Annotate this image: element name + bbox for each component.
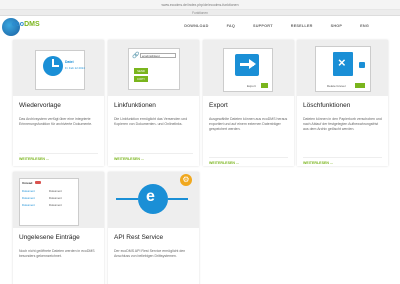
- card-description: Noch nicht geöffnete Dateien werden in e…: [19, 249, 95, 258]
- nav-eng[interactable]: ENG: [351, 21, 378, 31]
- card-title: Wiedervorlage: [19, 102, 61, 109]
- card-title: Löschfunktionen: [303, 102, 351, 109]
- card-image: × Delete forever: [297, 40, 388, 96]
- feature-card-ungelesene-eintraege: Unread Dokument Dokument Dokument Dokume…: [13, 172, 104, 284]
- card-image: Datei Fr. Feb 12 2014: [13, 40, 104, 96]
- card-description: Der ecoDMS API Rest Service ermöglicht d…: [114, 249, 186, 258]
- card-title: Linkfunktionen: [114, 102, 156, 109]
- feature-card-wiedervorlage: Datei Fr. Feb 12 2014 Wiedervorlage Das …: [13, 40, 104, 166]
- lock-icon: [359, 62, 365, 68]
- copy-button: COPY: [134, 76, 148, 82]
- browser-toolbar: www.ecodms.de/index.php/de/ecodms-funkti…: [0, 0, 400, 10]
- unread-row: Dokument: [49, 196, 62, 200]
- api-connector-line-right: [168, 198, 188, 200]
- nav-reseller[interactable]: RESELLER: [282, 21, 322, 31]
- feature-card-api-rest-service: e API Rest Service Der ecoDMS API Rest S…: [108, 172, 199, 284]
- main-navigation: DOWNLOAD FAQ SUPPORT RESELLER SHOP ENG: [175, 21, 378, 31]
- nav-support[interactable]: SUPPORT: [244, 21, 282, 31]
- unread-row: Dokument: [49, 189, 62, 193]
- api-bird-icon: e: [138, 184, 168, 214]
- card-description: Dateien können in den Papierkorb verscho…: [303, 117, 382, 131]
- address-bar[interactable]: www.ecodms.de/index.php/de/ecodms-funkti…: [140, 2, 260, 8]
- feature-card-loeschfunktionen: × Delete forever Löschfunktionen Dateien…: [297, 40, 388, 166]
- reminder-date-line2: Fr. Feb 12 2014: [65, 66, 85, 70]
- reminder-date-line1: Datei: [65, 60, 74, 64]
- unread-header: Unread: [22, 181, 33, 185]
- link-icon: 🔗: [132, 53, 140, 59]
- card-description: Die Linkfunktion ermöglicht das Versende…: [114, 117, 188, 126]
- card-description: Ausgewählte Dateien können aus ecoDMS he…: [209, 117, 288, 131]
- card-image: Export: [203, 40, 294, 96]
- card-description: Das Archivsystem verfügt über eine integ…: [19, 117, 93, 126]
- trash-icon: ×: [333, 52, 353, 76]
- read-more-link[interactable]: WEITERLESEN ...: [209, 157, 288, 165]
- feature-card-linkfunktionen: 🔗 ecodmslinkext SEND COPY Linkfunktionen…: [108, 40, 199, 166]
- delete-forever-label: Delete forever: [327, 84, 346, 88]
- unread-badge: [35, 181, 41, 184]
- unread-list-illustration: [19, 178, 79, 226]
- link-field: ecodmslinkext: [140, 53, 176, 58]
- card-image: Unread Dokument Dokument Dokument Dokume…: [13, 172, 104, 228]
- logo-text: ecoDMS: [12, 21, 40, 28]
- card-title: Ungelesene Einträge: [19, 234, 80, 241]
- gear-icon: ⚙: [180, 174, 192, 186]
- ecodms-logo[interactable]: ecoDMS: [2, 18, 40, 36]
- export-confirm-button: [261, 83, 268, 88]
- read-more-link[interactable]: WEITERLESEN ...: [114, 153, 193, 161]
- read-more-link[interactable]: WEITERLESEN ...: [19, 153, 98, 161]
- nav-download[interactable]: DOWNLOAD: [175, 21, 217, 31]
- export-icon: [235, 54, 259, 76]
- unread-row: Dokument: [22, 203, 35, 207]
- card-title: API Rest Service: [114, 234, 164, 241]
- nav-shop[interactable]: SHOP: [322, 21, 352, 31]
- api-connector-line: [116, 198, 138, 200]
- clock-icon: [43, 56, 63, 76]
- browser-tab[interactable]: Funktionen: [160, 11, 240, 15]
- nav-faq[interactable]: FAQ: [218, 21, 244, 31]
- unread-row: Dokument: [22, 196, 35, 200]
- read-more-link[interactable]: WEITERLESEN ...: [303, 157, 382, 165]
- export-label: Export: [247, 84, 256, 88]
- delete-confirm-button: [355, 83, 365, 88]
- send-button: SEND: [134, 68, 148, 74]
- card-image: 🔗 ecodmslinkext SEND COPY: [108, 40, 199, 96]
- unread-row: Dokument: [22, 189, 35, 193]
- feature-card-export: Export Export Ausgewählte Dateien können…: [203, 40, 294, 166]
- card-title: Export: [209, 102, 228, 109]
- unread-row: Dokument: [49, 203, 62, 207]
